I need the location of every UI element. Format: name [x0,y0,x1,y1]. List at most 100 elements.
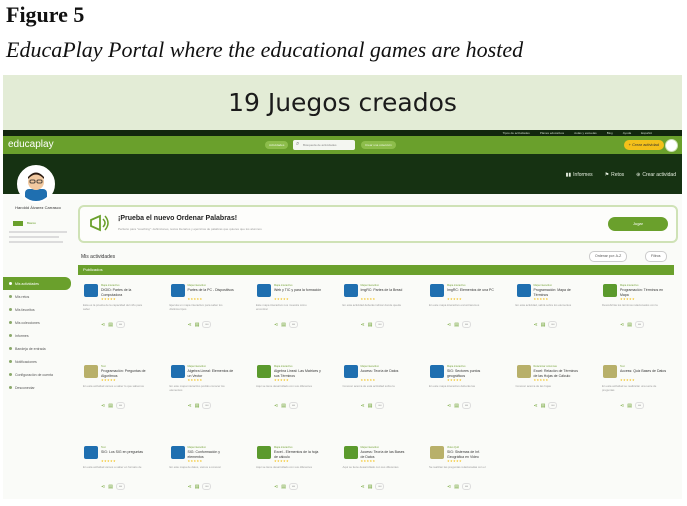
document-icon[interactable]: ▤ [281,484,286,490]
sidebar-item-desconectar[interactable]: Desconectar [3,381,71,394]
activity-card[interactable]: Mapa interactivo SIG: Conformación y elem… [166,444,238,499]
document-icon[interactable]: ▤ [281,403,286,409]
share-icon[interactable]: ⋖ [274,322,278,328]
sidebar-item-informes[interactable]: Informes [3,329,71,342]
share-icon[interactable]: ⋖ [534,322,538,328]
share-icon[interactable]: ⋖ [447,484,451,490]
document-icon[interactable]: ▤ [281,322,286,328]
more-options-icon[interactable]: ••• [634,321,644,328]
sidebar-item-notificaciones[interactable]: Notificaciones [3,355,71,368]
top-link[interactable]: Blog [607,131,613,135]
sidebar-item-mis-favoritos[interactable]: Mis favoritos [3,303,71,316]
document-icon[interactable]: ▤ [195,322,200,328]
search-input[interactable]: ⌕ Búsqueda de actividades [293,140,355,150]
more-options-icon[interactable]: ••• [288,321,298,328]
activity-card[interactable]: Mapa interactivo Programación: Términos e… [598,282,670,352]
activity-card[interactable]: Mapa interactivo Access: Teoría de Datos ★… [339,363,411,433]
top-link[interactable]: Aulas y escuelas [574,131,597,135]
share-icon[interactable]: ⋖ [534,403,538,409]
activity-card[interactable]: Mapa interactivo Algebra Lineal: Elemento… [166,363,238,433]
document-icon[interactable]: ▤ [368,484,373,490]
promo-play-button[interactable]: Jugar [608,217,668,231]
profile-avatar[interactable] [17,165,55,203]
top-link[interactable]: Español [641,131,652,135]
share-icon[interactable]: ⋖ [361,484,365,490]
document-icon[interactable]: ▤ [108,484,113,490]
activity-card[interactable]: Mapa interactivo Access: Teoría de las Ba… [339,444,411,499]
share-icon[interactable]: ⋖ [101,322,105,328]
document-icon[interactable]: ▤ [541,322,546,328]
more-options-icon[interactable]: ••• [375,402,385,409]
share-icon[interactable]: ⋖ [188,403,192,409]
document-icon[interactable]: ▤ [368,322,373,328]
share-icon[interactable]: ⋖ [447,403,451,409]
reports-link[interactable]: ▮▮ Informes [566,172,593,178]
activity-card[interactable]: Video Quiz SIG: Sistemas de Inf. Geográfi… [425,444,497,499]
share-icon[interactable]: ⋖ [620,403,624,409]
activity-card[interactable]: Mapa interactivo ImgRC: Elementos de una … [425,282,497,352]
top-link[interactable]: Tipos de actividades [503,131,530,135]
document-icon[interactable]: ▤ [454,322,459,328]
share-icon[interactable]: ⋖ [620,322,624,328]
share-icon[interactable]: ⋖ [447,322,451,328]
sidebar-item-mis-colecciones[interactable]: Mis colecciones [3,316,71,329]
top-link[interactable]: Planes educativos [540,131,564,135]
document-icon[interactable]: ▤ [627,322,632,328]
activity-card[interactable]: Mapa interactivo Programación: Mapa de Té… [512,282,584,352]
sidebar-item-bandeja[interactable]: Bandeja de entrada [3,342,71,355]
sidebar-item-mis-actividades[interactable]: Mis actividades [3,277,71,290]
challenges-link[interactable]: ⚑ Retos [605,172,625,178]
more-options-icon[interactable]: ••• [375,483,385,490]
share-icon[interactable]: ⋖ [101,484,105,490]
document-icon[interactable]: ▤ [195,484,200,490]
document-icon[interactable]: ▤ [108,403,113,409]
more-options-icon[interactable]: ••• [202,321,212,328]
educaplay-logo[interactable]: educaplay [8,139,54,150]
create-link[interactable]: ⊕ Crear actividad [636,172,676,178]
activity-card[interactable]: Mapa interactivo DIGID: Partes de la Comp… [79,282,151,352]
document-icon[interactable]: ▤ [195,403,200,409]
create-collection-button[interactable]: Crear una colección [361,141,396,149]
activity-card[interactable]: Test Programación: Preguntas de Algoritmo… [79,363,151,433]
more-options-icon[interactable]: ••• [548,402,558,409]
more-options-icon[interactable]: ••• [288,402,298,409]
sort-dropdown[interactable]: Ordenar por: A-Z [589,251,628,262]
share-icon[interactable]: ⋖ [361,322,365,328]
more-options-icon[interactable]: ••• [634,402,644,409]
more-options-icon[interactable]: ••• [548,321,558,328]
share-icon[interactable]: ⋖ [101,403,105,409]
document-icon[interactable]: ▤ [368,403,373,409]
activity-card[interactable]: Relacionar columnas Excel: Relación de Té… [512,363,584,433]
filter-button[interactable]: Filtros [645,251,667,262]
share-icon[interactable]: ⋖ [274,403,278,409]
more-options-icon[interactable]: ••• [461,321,471,328]
share-icon[interactable]: ⋖ [188,322,192,328]
sidebar-item-mis-retos[interactable]: Mis retos [3,290,71,303]
more-options-icon[interactable]: ••• [202,402,212,409]
document-icon[interactable]: ▤ [627,403,632,409]
document-icon[interactable]: ▤ [541,403,546,409]
activity-card[interactable]: Mapa interactivo Partes de la PC - Dispos… [166,282,238,352]
activity-card[interactable]: Mapa interactivo ImgRC: Partes de la Brea… [339,282,411,352]
actividades-button[interactable]: Actividades [265,141,289,149]
top-link[interactable]: Ayuda [623,131,631,135]
document-icon[interactable]: ▤ [454,403,459,409]
activity-card[interactable]: Test Access: Quiz Bases de Datos ★★★★★ En e… [598,363,670,433]
document-icon[interactable]: ▤ [454,484,459,490]
more-options-icon[interactable]: ••• [461,402,471,409]
more-options-icon[interactable]: ••• [288,483,298,490]
more-options-icon[interactable]: ••• [115,402,125,409]
activity-card[interactable]: Mapa interactivo SIG: Sectores puntos geo… [425,363,497,433]
activity-card[interactable]: Mapa interactivo Algebra Lineal: Las Matr… [252,363,324,433]
share-icon[interactable]: ⋖ [274,484,278,490]
more-options-icon[interactable]: ••• [115,483,125,490]
activity-card[interactable]: Mapa interactivo Excel - Elementos de la … [252,444,324,499]
share-icon[interactable]: ⋖ [188,484,192,490]
share-icon[interactable]: ⋖ [361,403,365,409]
sidebar-item-configuracion[interactable]: Configuración de cuenta [3,368,71,381]
more-options-icon[interactable]: ••• [115,321,125,328]
user-avatar-icon[interactable] [665,139,678,152]
activity-card[interactable]: Test SIG: Los SIG en preguntas ★★★★★ En est… [79,444,151,499]
activity-card[interactable]: Mapa interactivo Web y TIC y para la form… [252,282,324,352]
document-icon[interactable]: ▤ [108,322,113,328]
